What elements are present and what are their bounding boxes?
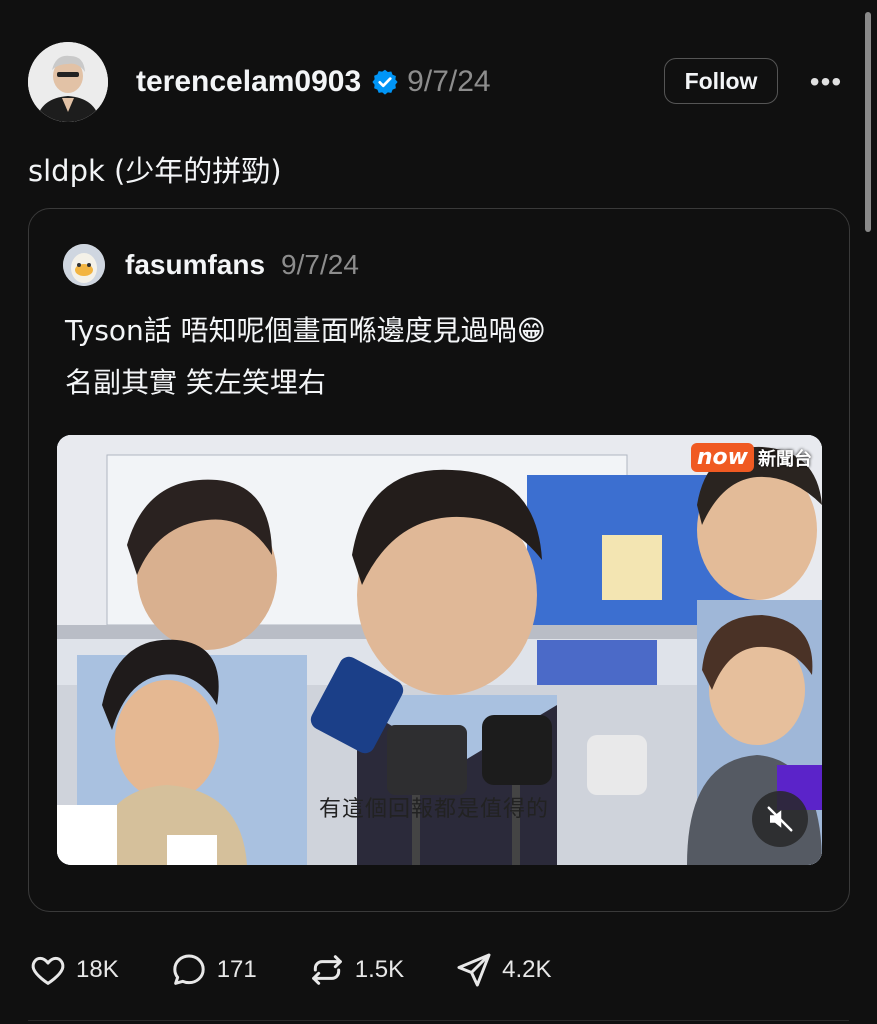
channel-logo-now: now bbox=[690, 443, 754, 472]
share-count: 4.2K bbox=[502, 956, 552, 983]
post-date: 9/7/24 bbox=[407, 65, 491, 98]
quoted-post-text-line-2: 名副其實 笑左笑埋右 bbox=[65, 366, 326, 399]
more-options-icon[interactable]: ••• bbox=[808, 64, 844, 100]
author-username[interactable]: terencelam0903 bbox=[136, 65, 361, 99]
quoted-post-card[interactable]: fasumfans 9/7/24 Tyson話 唔知呢個畫面喺邊度見過喎😁 名副… bbox=[28, 208, 850, 912]
reply-button[interactable]: 171 bbox=[169, 950, 257, 990]
comment-icon bbox=[173, 954, 205, 985]
author-avatar[interactable] bbox=[28, 42, 108, 122]
follow-button[interactable]: Follow bbox=[664, 58, 778, 104]
quoted-post-text: Tyson話 唔知呢個畫面喺邊度見過喎😁 名副其實 笑左笑埋右 bbox=[65, 305, 825, 409]
repost-icon bbox=[311, 955, 342, 985]
scrollbar[interactable] bbox=[865, 12, 871, 232]
repost-count: 1.5K bbox=[354, 956, 405, 983]
quoted-author-avatar[interactable] bbox=[63, 244, 105, 286]
like-count: 18K bbox=[76, 956, 119, 983]
heart-icon bbox=[31, 956, 65, 985]
action-bar: 18K 171 1.5K 4.2K bbox=[28, 946, 602, 994]
mute-button[interactable] bbox=[752, 791, 808, 847]
repost-button[interactable]: 1.5K bbox=[307, 950, 404, 990]
verified-badge-icon bbox=[372, 69, 398, 95]
post-caption: sldpk (少年的拼勁) bbox=[28, 154, 282, 188]
share-button[interactable]: 4.2K bbox=[454, 950, 552, 990]
send-icon bbox=[457, 953, 491, 987]
quoted-post-date: 9/7/24 bbox=[281, 249, 359, 280]
channel-logo-news: 新聞台 bbox=[758, 448, 812, 470]
quoted-post-header: fasumfans 9/7/24 bbox=[63, 243, 359, 287]
divider bbox=[28, 1020, 849, 1021]
speaker-muted-icon bbox=[767, 806, 793, 832]
video-subtitle: 有這個回報都是值得的 bbox=[319, 797, 550, 822]
quoted-post-text-line-1: Tyson話 唔知呢個畫面喺邊度見過喎😁 bbox=[65, 314, 546, 347]
quoted-author-username[interactable]: fasumfans bbox=[125, 249, 265, 281]
reply-count: 171 bbox=[216, 956, 257, 983]
like-button[interactable]: 18K bbox=[28, 950, 119, 990]
video-player[interactable]: now 新聞台 有這個回報都是值得的 bbox=[57, 435, 822, 865]
channel-logo: now 新聞台 bbox=[690, 443, 812, 472]
